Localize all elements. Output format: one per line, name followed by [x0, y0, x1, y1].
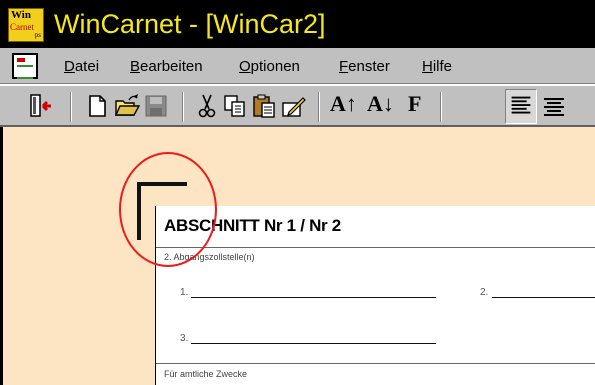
new-document-icon[interactable] [84, 92, 110, 120]
exit-icon[interactable] [28, 92, 54, 120]
font-larger-icon[interactable]: A↑ [330, 91, 357, 117]
line-number-3: 3. [180, 333, 189, 344]
toolbar-separator [182, 92, 184, 122]
input-line-3[interactable] [191, 343, 436, 344]
menu-fenster[interactable]: Fenster [339, 58, 390, 75]
app-logo-text-1: Win [11, 9, 31, 21]
menu-fenster-label: enster [348, 58, 390, 75]
toolbar-separator [70, 92, 72, 122]
menu-hilfe[interactable]: Hilfe [422, 58, 452, 75]
window-title: WinCarnet - [WinCar2] [54, 9, 326, 39]
open-folder-icon[interactable] [114, 92, 140, 120]
cut-icon[interactable] [194, 92, 220, 120]
align-left-button[interactable] [505, 89, 537, 124]
app-logo-text-2: Carnet [10, 22, 34, 32]
line-number-1: 1. [180, 287, 189, 298]
copy-icon[interactable] [222, 92, 248, 120]
menu-datei-label: atei [74, 58, 100, 75]
menu-optionen[interactable]: Optionen [239, 58, 300, 75]
app-logo-icon[interactable]: Win Carnet ps [8, 8, 44, 42]
annotation-circle [119, 152, 217, 267]
menu-hilfe-label: ilfe [432, 58, 453, 75]
toolbar: A↑ A↓ F [0, 85, 595, 127]
form-divider [156, 363, 595, 364]
toolbar-separator [318, 92, 320, 122]
form-divider [156, 247, 595, 248]
align-center-icon[interactable] [541, 92, 567, 120]
carnet-form-page: ABSCHNITT Nr 1 / Nr 2 2. Abgangszollstel… [155, 206, 595, 385]
menu-bearbeiten-mnemonic: B [130, 58, 141, 75]
menu-fenster-mnemonic: F [339, 58, 349, 75]
menu-bearbeiten-label: earbeiten [140, 58, 203, 75]
title-bar[interactable]: Win Carnet ps WinCarnet - [WinCar2] [0, 0, 595, 48]
toolbar-separator [440, 92, 442, 122]
app-logo-text-3: ps [34, 31, 41, 39]
field-label-official-use: Für amtliche Zwecke [164, 369, 248, 379]
save-icon[interactable] [143, 92, 169, 120]
paste-icon[interactable] [251, 92, 277, 120]
menu-optionen-label: ptionen [250, 58, 300, 75]
menu-bearbeiten[interactable]: Bearbeiten [130, 58, 203, 75]
edit-icon[interactable] [281, 92, 307, 120]
line-number-2: 2. [480, 287, 489, 298]
input-line-1[interactable] [191, 297, 436, 298]
bold-icon[interactable]: F [408, 91, 421, 117]
menu-datei-mnemonic: D [64, 58, 75, 75]
menu-datei[interactable]: Datei [64, 58, 99, 75]
input-line-2[interactable] [492, 297, 595, 298]
align-left-icon [511, 96, 531, 114]
font-smaller-icon[interactable]: A↓ [367, 91, 394, 117]
menu-optionen-mnemonic: O [239, 58, 251, 75]
document-window-icon[interactable] [12, 53, 38, 79]
menu-bar: Datei Bearbeiten Optionen Fenster Hilfe [0, 48, 595, 84]
menu-hilfe-mnemonic: H [422, 58, 433, 75]
